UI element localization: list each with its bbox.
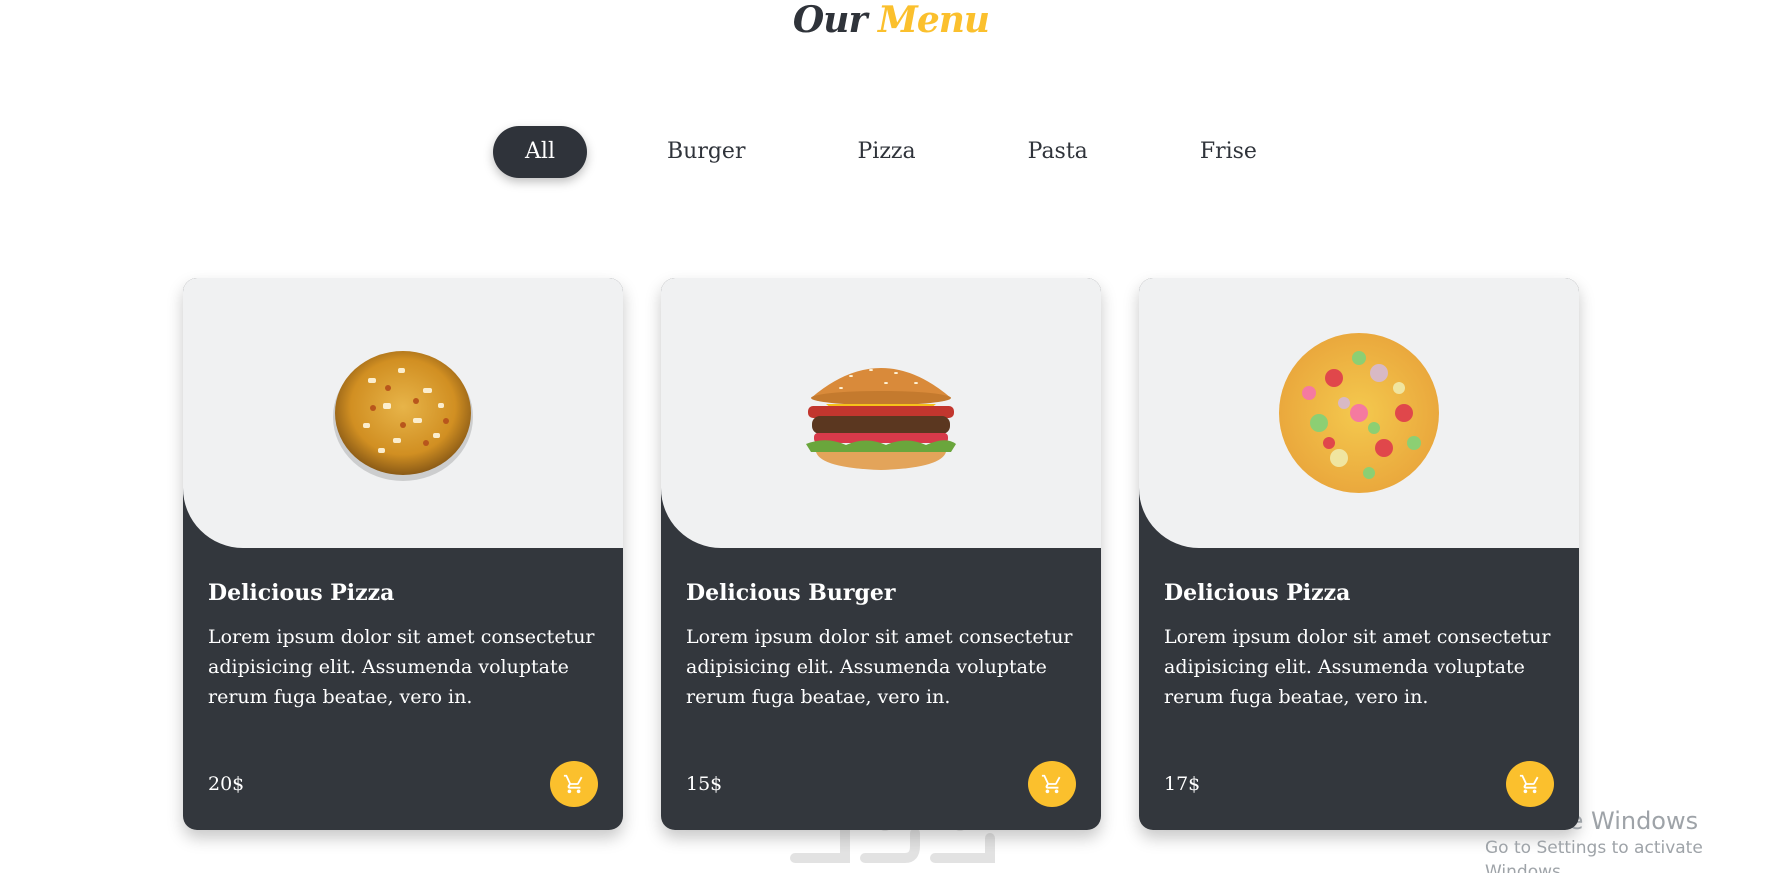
- pizza-image: [1279, 333, 1439, 493]
- card-media: [661, 278, 1101, 548]
- card-media: [1139, 278, 1579, 548]
- card-title: Delicious Pizza: [208, 580, 395, 606]
- filter-frise[interactable]: Frise: [1168, 126, 1289, 178]
- card-title: Delicious Pizza: [1164, 580, 1351, 606]
- card-description: Lorem ipsum dolor sit amet consectetur a…: [208, 626, 595, 708]
- filter-all[interactable]: All: [493, 126, 587, 178]
- cart-icon: [563, 774, 583, 794]
- cart-icon: [1519, 774, 1539, 794]
- card-footer: 17$: [1164, 761, 1554, 807]
- card-description: Lorem ipsum dolor sit amet consectetur a…: [1164, 626, 1551, 708]
- card-footer: 20$: [208, 761, 598, 807]
- card-media: [183, 278, 623, 548]
- card-price: 17$: [1164, 773, 1201, 795]
- menu-card: Delicious Pizza Lorem ipsum dolor sit am…: [183, 278, 623, 830]
- card-content: Delicious Pizza Lorem ipsum dolor sit am…: [208, 578, 608, 712]
- filter-burger[interactable]: Burger: [635, 126, 777, 178]
- card-footer: 15$: [686, 761, 1076, 807]
- add-to-cart-button[interactable]: [1028, 761, 1076, 807]
- add-to-cart-button[interactable]: [1506, 761, 1554, 807]
- card-description: Lorem ipsum dolor sit amet consectetur a…: [686, 626, 1073, 708]
- activation-subtitle: Go to Settings to activate Windows.: [1485, 838, 1703, 873]
- menu-cards: Delicious Pizza Lorem ipsum dolor sit am…: [183, 278, 1579, 830]
- cart-icon: [1041, 774, 1061, 794]
- add-to-cart-button[interactable]: [550, 761, 598, 807]
- card-content: Delicious Pizza Lorem ipsum dolor sit am…: [1164, 578, 1564, 712]
- card-content: Delicious Burger Lorem ipsum dolor sit a…: [686, 578, 1086, 712]
- menu-filter-tabs: All Burger Pizza Pasta Frise: [0, 126, 1782, 178]
- card-title: Delicious Burger: [686, 580, 896, 606]
- menu-card: Delicious Burger Lorem ipsum dolor sit a…: [661, 278, 1101, 830]
- filter-pizza[interactable]: Pizza: [825, 126, 947, 178]
- menu-card: Delicious Pizza Lorem ipsum dolor sit am…: [1139, 278, 1579, 830]
- title-menu: Menu: [877, 0, 990, 41]
- card-price: 15$: [686, 773, 723, 795]
- filter-pasta[interactable]: Pasta: [996, 126, 1120, 178]
- card-price: 20$: [208, 773, 245, 795]
- burger-image: [806, 368, 956, 470]
- section-title: Our Menu: [0, 0, 1782, 40]
- title-our: Our: [792, 0, 867, 41]
- pizza-image: [333, 351, 473, 481]
